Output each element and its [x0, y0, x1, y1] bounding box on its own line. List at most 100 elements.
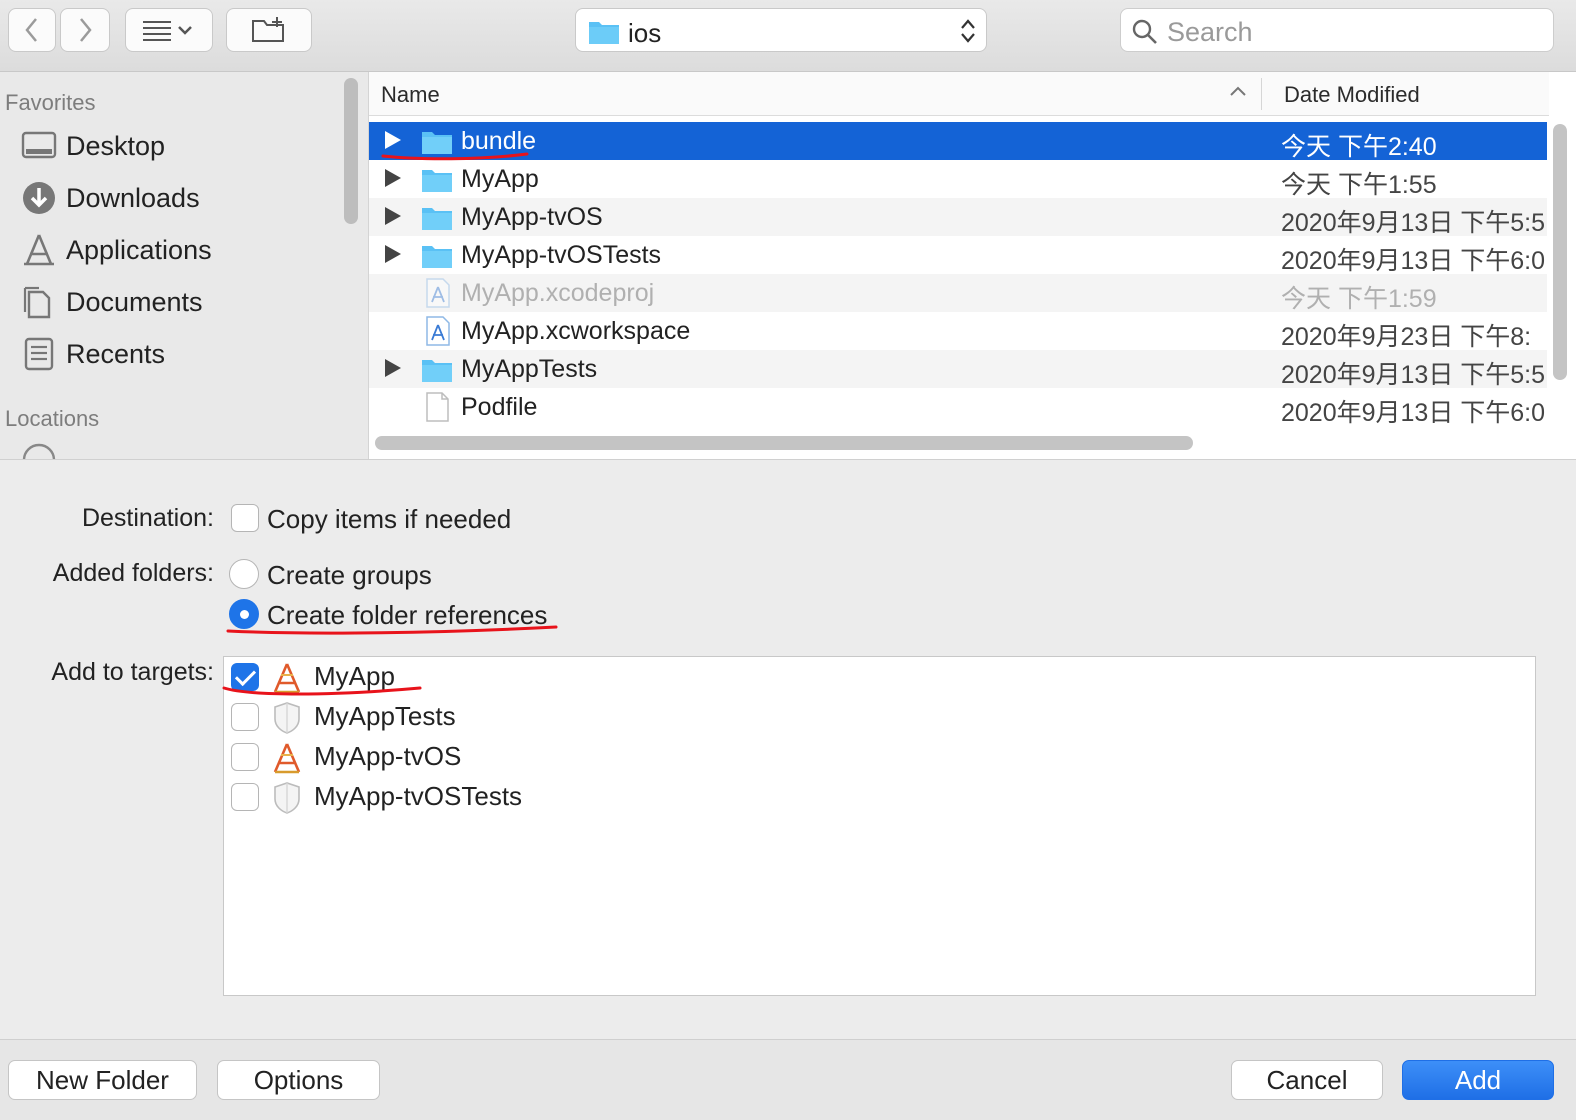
- xcworkspace-icon: [426, 316, 450, 346]
- file-list-header: Name Date Modified: [369, 72, 1549, 116]
- file-date: 2020年9月23日 下午8:: [1281, 323, 1532, 351]
- file-row-myapp-tvostests[interactable]: MyApp-tvOSTests 2020年9月13日 下午6:0: [369, 236, 1547, 275]
- documents-icon: [20, 283, 58, 321]
- column-divider[interactable]: [1261, 78, 1262, 110]
- target-checkbox[interactable]: [231, 743, 259, 771]
- app-target-icon: [273, 663, 301, 694]
- targets-list: MyApp MyAppTests MyApp-tvOS MyApp-tvOSTe…: [223, 656, 1536, 996]
- create-groups-radio[interactable]: [229, 559, 259, 589]
- target-row-myapp-tvos[interactable]: MyApp-tvOS: [224, 737, 1524, 777]
- sidebar-item-label: Applications: [66, 234, 212, 265]
- target-name: MyApp-tvOSTests: [314, 781, 523, 811]
- back-button[interactable]: [8, 8, 56, 52]
- create-folder-references-label[interactable]: Create folder references: [267, 600, 547, 631]
- cancel-button[interactable]: Cancel: [1231, 1060, 1383, 1100]
- list-view-icon: [143, 21, 192, 41]
- sidebar-item-desktop[interactable]: Desktop: [20, 124, 340, 168]
- target-name: MyAppTests: [314, 701, 456, 731]
- xcodeproj-icon: [426, 278, 450, 308]
- sidebar-item-network[interactable]: [20, 438, 340, 459]
- updown-chevron-icon: [961, 19, 975, 43]
- file-name: MyAppTests: [461, 355, 598, 383]
- favorites-heading: Favorites: [5, 90, 96, 115]
- target-checkbox[interactable]: [231, 783, 259, 811]
- forward-button[interactable]: [60, 8, 110, 52]
- sidebar-item-label: Documents: [66, 286, 203, 317]
- file-row-myapptests[interactable]: MyAppTests 2020年9月13日 下午5:5: [369, 350, 1547, 389]
- network-icon: [20, 441, 58, 459]
- target-row-myapp-tvostests[interactable]: MyApp-tvOSTests: [224, 777, 1524, 817]
- search-icon: [1132, 19, 1157, 44]
- file-name: MyApp.xcodeproj: [461, 279, 655, 307]
- disclosure-triangle-icon[interactable]: [385, 245, 401, 263]
- view-mode-button[interactable]: [125, 8, 213, 52]
- bottom-bar: New Folder Options Cancel Add: [0, 1039, 1576, 1120]
- add-button[interactable]: Add: [1402, 1060, 1554, 1100]
- column-header-name[interactable]: Name: [381, 82, 440, 108]
- column-header-date[interactable]: Date Modified: [1284, 82, 1420, 108]
- file-date: 2020年9月13日 下午6:0: [1281, 399, 1546, 427]
- sidebar-item-recents[interactable]: Recents: [20, 332, 340, 376]
- target-name: MyApp-tvOS: [314, 741, 462, 771]
- file-name: Podfile: [461, 393, 538, 421]
- folder-icon: [422, 246, 452, 268]
- new-folder-toolbar-button[interactable]: [226, 8, 312, 52]
- add-to-targets-label: Add to targets:: [51, 658, 214, 686]
- file-list: Name Date Modified bundle 今天 下午2:40 MyAp…: [368, 72, 1576, 459]
- file-date: 今天 下午1:59: [1281, 285, 1437, 313]
- disclosure-triangle-icon[interactable]: [385, 169, 401, 187]
- file-date: 2020年9月13日 下午5:5: [1281, 209, 1546, 237]
- file-date: 2020年9月13日 下午5:5: [1281, 361, 1546, 389]
- file-date: 今天 下午1:55: [1281, 171, 1437, 199]
- added-folders-label: Added folders:: [52, 559, 214, 587]
- file-list-vertical-scrollbar[interactable]: [1553, 124, 1567, 380]
- file-row-myapp-tvos[interactable]: MyApp-tvOS 2020年9月13日 下午5:5: [369, 198, 1547, 237]
- sidebar-item-applications[interactable]: Applications: [20, 228, 340, 272]
- create-folder-references-radio[interactable]: [229, 599, 259, 629]
- file-row-bundle[interactable]: bundle 今天 下午2:40: [369, 122, 1547, 161]
- file-name: bundle: [461, 127, 537, 155]
- document-icon: [426, 392, 449, 422]
- file-date: 2020年9月13日 下午6:0: [1281, 247, 1546, 275]
- new-folder-button[interactable]: New Folder: [8, 1060, 197, 1100]
- app-target-icon: [273, 743, 301, 774]
- sidebar-item-documents[interactable]: Documents: [20, 280, 340, 324]
- file-list-horizontal-scrollbar[interactable]: [375, 436, 1193, 450]
- file-row-xcodeproj[interactable]: MyApp.xcodeproj 今天 下午1:59: [369, 274, 1547, 313]
- target-name: MyApp: [314, 661, 395, 691]
- disclosure-triangle-icon[interactable]: [385, 131, 401, 149]
- file-row-myapp[interactable]: MyApp 今天 下午1:55: [369, 160, 1547, 199]
- folder-icon: [422, 360, 452, 382]
- disclosure-triangle-icon[interactable]: [385, 359, 401, 377]
- folder-icon: [589, 22, 619, 44]
- file-row-podfile[interactable]: Podfile 2020年9月13日 下午6:0: [369, 388, 1547, 427]
- path-label: ios: [628, 18, 662, 48]
- disclosure-triangle-icon[interactable]: [385, 207, 401, 225]
- toolbar: ios Search: [0, 0, 1576, 72]
- chevron-right-icon: [80, 18, 92, 42]
- file-name: MyApp-tvOS: [461, 203, 603, 231]
- options-panel: Destination: Copy items if needed Added …: [0, 459, 1576, 1039]
- file-row-xcworkspace[interactable]: MyApp.xcworkspace 2020年9月23日 下午8:: [369, 312, 1547, 351]
- target-row-myapptests[interactable]: MyAppTests: [224, 697, 1524, 737]
- chevron-left-icon: [25, 18, 37, 42]
- test-target-icon: [274, 782, 300, 814]
- new-folder-icon: [252, 17, 284, 42]
- path-popup[interactable]: ios: [575, 8, 987, 52]
- create-groups-label[interactable]: Create groups: [267, 560, 432, 591]
- folder-icon: [422, 208, 452, 230]
- recents-icon: [20, 335, 58, 373]
- destination-label: Destination:: [81, 504, 214, 532]
- sidebar-item-label: Desktop: [66, 130, 166, 161]
- sidebar: Favorites Desktop Downloads Applications…: [0, 72, 368, 459]
- sidebar-scrollbar[interactable]: [344, 78, 358, 224]
- folder-icon: [422, 170, 452, 192]
- copy-items-label[interactable]: Copy items if needed: [267, 504, 511, 535]
- search-field[interactable]: Search: [1120, 8, 1554, 52]
- copy-items-checkbox[interactable]: [231, 504, 259, 532]
- options-button[interactable]: Options: [217, 1060, 380, 1100]
- target-row-myapp[interactable]: MyApp: [224, 657, 1524, 697]
- sidebar-item-downloads[interactable]: Downloads: [20, 176, 340, 220]
- target-checkbox[interactable]: [231, 703, 259, 731]
- target-checkbox[interactable]: [231, 663, 259, 691]
